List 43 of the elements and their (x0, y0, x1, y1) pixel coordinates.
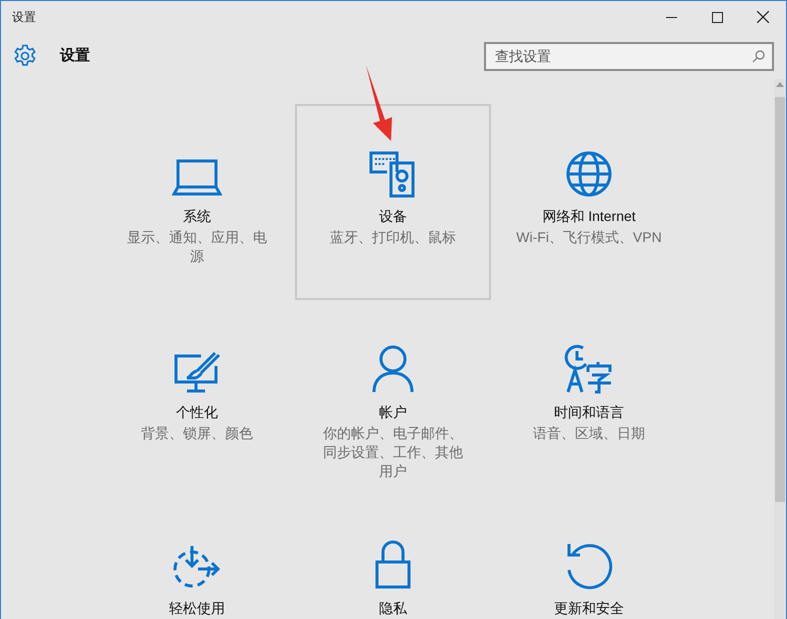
settings-tile[interactable]: 设备 蓝牙、打印机、鼠标 (295, 104, 491, 300)
scroll-up-icon (776, 82, 784, 87)
page-title: 设置 (60, 46, 90, 66)
tile-title: 系统 (183, 207, 211, 226)
settings-tile[interactable]: 时间和语言 语音、区域、日期 (491, 300, 687, 496)
tile-description: 你的帐户、电子邮件、同步设置、工作、其他用户 (322, 424, 464, 481)
scrollbar-thumb[interactable] (775, 97, 785, 502)
monitor-brush-icon (173, 350, 221, 394)
tile-description: 语音、区域、日期 (533, 424, 645, 443)
settings-tile[interactable]: 个性化 背景、锁屏、颜色 (99, 300, 295, 496)
tile-title: 网络和 Internet (542, 207, 636, 226)
settings-tile[interactable]: 轻松使用 (99, 496, 295, 619)
laptop-icon (172, 158, 222, 198)
keyboard-speaker-icon (369, 150, 417, 198)
settings-tile[interactable]: 帐户 你的帐户、电子邮件、同步设置、工作、其他用户 (295, 300, 491, 496)
settings-tile[interactable]: 网络和 Internet Wi-Fi、飞行模式、VPN (491, 104, 687, 300)
ease-of-access-icon (172, 544, 222, 590)
tile-description: 蓝牙、打印机、鼠标 (330, 228, 456, 247)
window-title: 设置 (12, 9, 36, 26)
person-icon (371, 344, 415, 394)
search-icon (752, 50, 765, 62)
settings-tile[interactable]: 系统 显示、通知、应用、电源 (99, 104, 295, 300)
close-icon (757, 11, 769, 23)
padlock-icon (374, 540, 412, 590)
maximize-icon (712, 12, 722, 22)
tile-description: Wi-Fi、飞行模式、VPN (516, 228, 662, 247)
globe-icon (565, 150, 613, 198)
settings-tile[interactable]: 更新和安全 (491, 496, 687, 619)
tile-title: 个性化 (176, 403, 218, 422)
clock-language-icon (564, 344, 614, 394)
search-field[interactable]: 查找设置 (484, 42, 774, 70)
tile-title: 更新和安全 (554, 599, 624, 618)
scrollbar[interactable] (774, 79, 786, 619)
tile-title: 设备 (379, 207, 407, 226)
tile-title: 轻松使用 (169, 599, 225, 618)
tile-description: 背景、锁屏、颜色 (141, 424, 253, 443)
tile-title: 时间和语言 (554, 403, 624, 422)
tile-title: 帐户 (379, 403, 407, 422)
settings-tile[interactable]: 隐私 (295, 496, 491, 619)
tile-description: 显示、通知、应用、电源 (126, 228, 268, 266)
settings-icon (13, 44, 37, 68)
tile-title: 隐私 (379, 599, 407, 618)
minimize-icon (666, 16, 676, 18)
